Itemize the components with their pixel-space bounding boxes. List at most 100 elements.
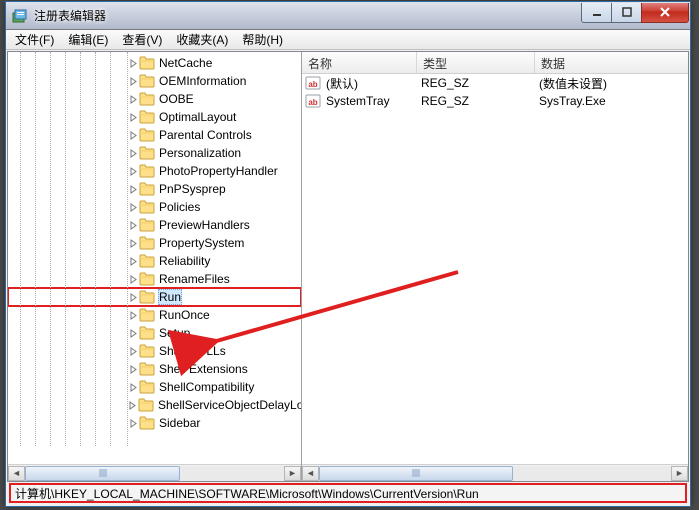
list-header: 名称 类型 数据 <box>302 52 688 74</box>
menu-edit[interactable]: 编辑(E) <box>61 29 115 50</box>
folder-icon <box>139 254 155 268</box>
scroll-track[interactable] <box>319 466 671 481</box>
expander-icon[interactable] <box>128 112 138 122</box>
tree-item[interactable]: SharedDLLs <box>8 342 301 360</box>
scroll-right-icon[interactable]: ► <box>671 466 688 481</box>
tree-item[interactable]: PhotoPropertyHandler <box>8 162 301 180</box>
expander-icon[interactable] <box>128 274 138 284</box>
tree-item[interactable]: Sidebar <box>8 414 301 432</box>
expander-icon[interactable] <box>128 400 137 410</box>
folder-icon <box>139 200 155 214</box>
tree-item[interactable]: ShellCompatibility <box>8 378 301 396</box>
value-row[interactable]: abSystemTrayREG_SZSysTray.Exe <box>302 92 688 110</box>
tree-item[interactable]: Personalization <box>8 144 301 162</box>
tree-item-label: Personalization <box>158 146 242 160</box>
menu-help[interactable]: 帮助(H) <box>235 29 290 50</box>
tree-item[interactable]: OptimalLayout <box>8 108 301 126</box>
minimize-button[interactable] <box>581 3 611 23</box>
tree-item[interactable]: Run <box>8 288 301 306</box>
value-name: SystemTray <box>324 94 419 108</box>
expander-icon[interactable] <box>128 202 138 212</box>
string-value-icon: ab <box>305 93 321 109</box>
folder-icon <box>139 416 155 430</box>
tree-item[interactable]: PnPSysprep <box>8 180 301 198</box>
list-hscrollbar[interactable]: ◄ ► <box>302 464 688 481</box>
scroll-left-icon[interactable]: ◄ <box>302 466 319 481</box>
tree-item[interactable]: Setup <box>8 324 301 342</box>
tree-item-label: Setup <box>158 326 191 340</box>
tree-item[interactable]: NetCache <box>8 54 301 72</box>
regedit-window: 注册表编辑器 文件(F) 编辑(E) 查看(V) 收藏夹(A) 帮助(H) <box>5 1 691 507</box>
tree-item[interactable]: OOBE <box>8 90 301 108</box>
scroll-thumb[interactable] <box>25 466 180 481</box>
tree-item[interactable]: Parental Controls <box>8 126 301 144</box>
window-buttons <box>581 3 689 23</box>
expander-icon[interactable] <box>128 238 138 248</box>
expander-icon[interactable] <box>128 166 138 176</box>
value-row[interactable]: ab (默认)REG_SZ(数值未设置) <box>302 74 688 92</box>
expander-icon[interactable] <box>128 94 138 104</box>
menu-file[interactable]: 文件(F) <box>8 29 61 50</box>
tree-scroll[interactable]: NetCacheOEMInformation OOBE OptimalLayout P… <box>8 52 301 464</box>
tree-item[interactable]: PreviewHandlers <box>8 216 301 234</box>
tree-item-label: Sidebar <box>158 416 201 430</box>
expander-icon[interactable] <box>128 382 138 392</box>
value-data: (数值未设置) <box>537 75 688 92</box>
column-type[interactable]: 类型 <box>417 52 535 73</box>
folder-icon <box>139 56 155 70</box>
folder-icon <box>139 110 155 124</box>
statusbar: 计算机\HKEY_LOCAL_MACHINE\SOFTWARE\Microsof… <box>9 483 687 503</box>
column-name[interactable]: 名称 <box>302 52 417 73</box>
tree-item[interactable]: Reliability <box>8 252 301 270</box>
expander-icon[interactable] <box>128 346 138 356</box>
tree-item-label: PnPSysprep <box>158 182 227 196</box>
menu-view[interactable]: 查看(V) <box>115 29 169 50</box>
tree-item-label: PhotoPropertyHandler <box>158 164 279 178</box>
tree-item-label: Parental Controls <box>158 128 253 142</box>
main-split: NetCacheOEMInformation OOBE OptimalLayout P… <box>7 51 689 482</box>
folder-icon <box>139 380 155 394</box>
menu-favorites[interactable]: 收藏夹(A) <box>169 29 235 50</box>
scroll-track[interactable] <box>25 466 284 481</box>
values-list[interactable]: ab(默认)REG_SZ(数值未设置)abSystemTrayREG_SZSys… <box>302 74 688 464</box>
expander-icon[interactable] <box>128 130 138 140</box>
folder-icon <box>139 344 155 358</box>
tree-item[interactable]: RunOnce <box>8 306 301 324</box>
expander-icon[interactable] <box>128 328 138 338</box>
registry-tree[interactable]: NetCacheOEMInformation OOBE OptimalLayout P… <box>8 52 301 434</box>
titlebar[interactable]: 注册表编辑器 <box>6 2 690 30</box>
value-data: SysTray.Exe <box>537 94 688 108</box>
tree-item[interactable]: Shell Extensions <box>8 360 301 378</box>
value-type: REG_SZ <box>419 76 537 90</box>
expander-icon[interactable] <box>128 364 138 374</box>
svg-text:ab: ab <box>308 80 317 89</box>
tree-item-label: OOBE <box>158 92 195 106</box>
expander-icon[interactable] <box>128 76 138 86</box>
value-name: (默认) <box>324 75 419 92</box>
scroll-right-icon[interactable]: ► <box>284 466 301 481</box>
expander-icon[interactable] <box>128 184 138 194</box>
expander-icon[interactable] <box>128 418 138 428</box>
tree-item-label: RenameFiles <box>158 272 231 286</box>
tree-item[interactable]: OEMInformation <box>8 72 301 90</box>
expander-icon[interactable] <box>128 310 138 320</box>
tree-item-label: Run <box>158 289 182 305</box>
expander-icon[interactable] <box>128 292 138 302</box>
folder-icon <box>139 92 155 106</box>
close-button[interactable] <box>641 3 689 23</box>
scroll-left-icon[interactable]: ◄ <box>8 466 25 481</box>
tree-item[interactable]: ShellServiceObjectDelayLoad <box>8 396 301 414</box>
tree-item[interactable]: PropertySystem <box>8 234 301 252</box>
expander-icon[interactable] <box>128 256 138 266</box>
column-data[interactable]: 数据 <box>535 52 688 73</box>
tree-hscrollbar[interactable]: ◄ ► <box>8 464 301 481</box>
scroll-thumb[interactable] <box>319 466 513 481</box>
expander-icon[interactable] <box>128 148 138 158</box>
maximize-button[interactable] <box>611 3 641 23</box>
folder-icon <box>139 164 155 178</box>
folder-icon <box>139 272 155 286</box>
expander-icon[interactable] <box>128 220 138 230</box>
tree-item[interactable]: Policies <box>8 198 301 216</box>
tree-item[interactable]: RenameFiles <box>8 270 301 288</box>
expander-icon[interactable] <box>128 58 138 68</box>
